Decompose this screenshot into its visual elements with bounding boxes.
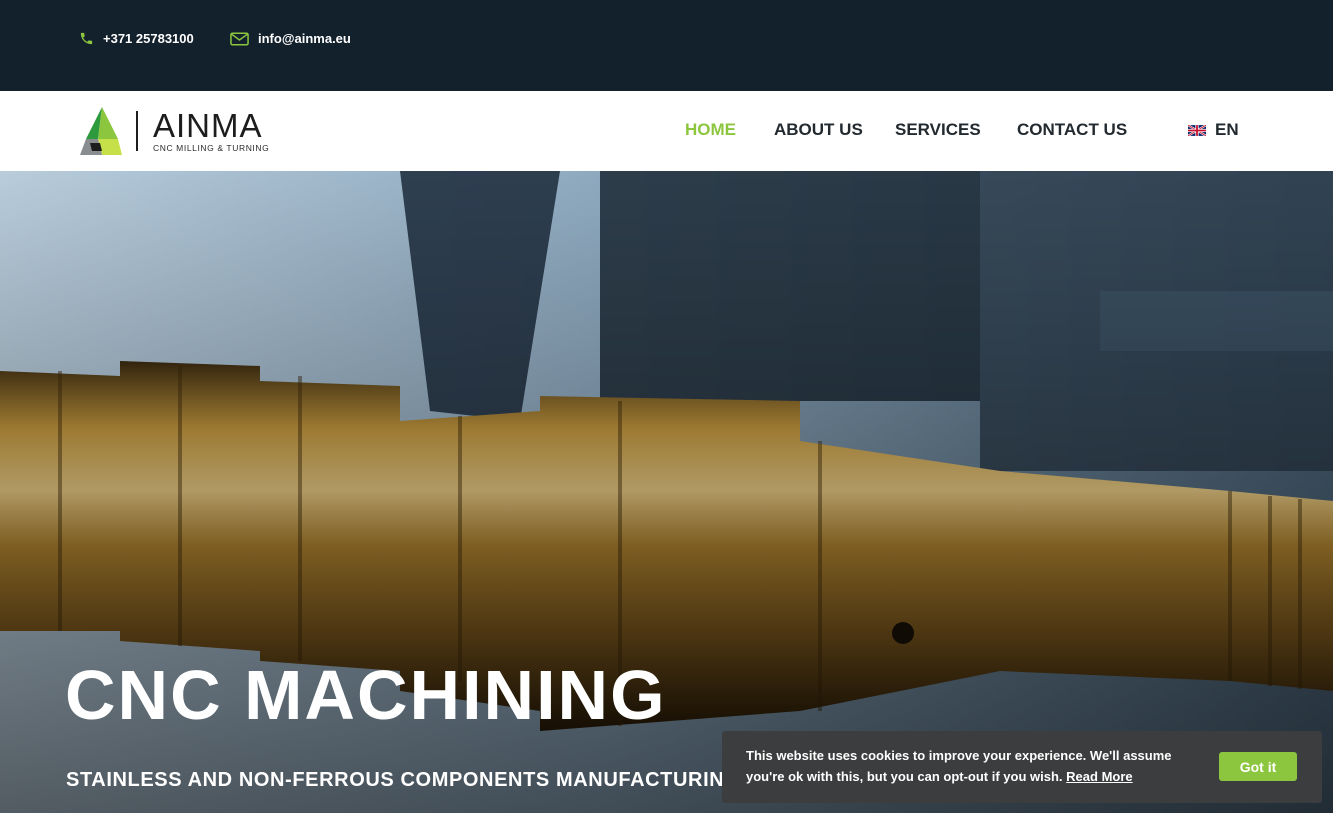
envelope-icon: [230, 32, 249, 46]
nav-services[interactable]: SERVICES: [895, 120, 981, 140]
ainma-logo-icon: [80, 107, 122, 155]
hero-banner: CNC MACHINING STAINLESS AND NON-FERROUS …: [0, 171, 1333, 813]
nav-about-us[interactable]: ABOUT US: [774, 120, 863, 140]
language-label[interactable]: EN: [1215, 120, 1239, 140]
cookie-message: This website uses cookies to improve you…: [746, 745, 1211, 787]
cookie-read-more-link[interactable]: Read More: [1066, 769, 1132, 784]
phone-number[interactable]: +371 25783100: [103, 31, 194, 46]
phone-icon: [79, 31, 94, 46]
logo-divider: [136, 111, 138, 151]
language-switcher[interactable]: EN: [1188, 120, 1239, 140]
cookie-consent-banner: This website uses cookies to improve you…: [722, 731, 1322, 803]
nav-home[interactable]: HOME: [685, 120, 736, 140]
hero-subtitle: STAINLESS AND NON-FERROUS COMPONENTS MAN…: [66, 769, 741, 791]
top-contact-bar: +371 25783100 info@ainma.eu: [0, 0, 1333, 91]
logo-name: AINMA: [153, 106, 263, 144]
email-address[interactable]: info@ainma.eu: [258, 31, 351, 46]
logo-text: AINMA CNC MILLING & TURNING: [153, 106, 270, 153]
uk-flag-icon: [1188, 124, 1206, 136]
logo-tagline: CNC MILLING & TURNING: [153, 142, 270, 153]
email-contact[interactable]: info@ainma.eu: [230, 31, 351, 46]
phone-contact[interactable]: +371 25783100: [79, 31, 194, 46]
site-logo[interactable]: AINMA CNC MILLING & TURNING: [80, 105, 269, 157]
main-header: AINMA CNC MILLING & TURNING HOME ABOUT U…: [0, 91, 1333, 171]
hero-title: CNC MACHINING: [65, 656, 667, 734]
nav-contact-us[interactable]: CONTACT US: [1017, 120, 1127, 140]
cookie-accept-button[interactable]: Got it: [1219, 752, 1297, 781]
